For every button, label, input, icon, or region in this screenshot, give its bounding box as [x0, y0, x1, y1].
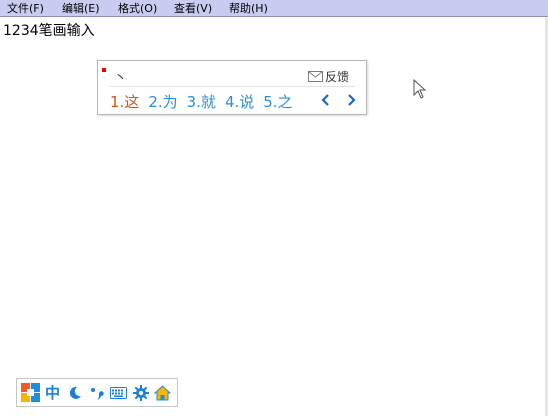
composition-marker [102, 68, 106, 72]
composition-string: 丶 [114, 71, 128, 86]
candidate-4[interactable]: 4.说 [225, 91, 254, 112]
ime-status-bar: 中 [16, 378, 178, 407]
candidate-3[interactable]: 3.就 [187, 91, 216, 112]
ime-logo-icon[interactable] [21, 383, 40, 403]
menu-edit[interactable]: 编辑(E) [60, 1, 102, 16]
candidate-list: 1.这 2.为 3.就 4.说 5.之 [110, 91, 302, 111]
candidate-1[interactable]: 1.这 [110, 91, 139, 112]
gear-icon[interactable] [131, 383, 150, 403]
menu-file[interactable]: 文件(F) [5, 1, 46, 16]
feedback-button[interactable]: 反馈 [308, 68, 349, 84]
menu-format[interactable]: 格式(O) [116, 1, 159, 16]
menu-view[interactable]: 查看(V) [172, 1, 214, 16]
document-text: 1234笔画输入 [3, 23, 95, 39]
composition-divider [110, 86, 355, 87]
feedback-label: 反馈 [325, 69, 350, 84]
punctuation-icon[interactable] [87, 383, 106, 403]
home-icon[interactable] [153, 383, 172, 403]
prev-page-icon[interactable] [320, 93, 332, 107]
next-page-icon[interactable] [345, 93, 357, 107]
chinese-mode-toggle[interactable]: 中 [43, 383, 62, 403]
menu-bar: 文件(F) 编辑(E) 格式(O) 查看(V) 帮助(H) [0, 0, 548, 17]
keyboard-icon[interactable] [109, 383, 128, 403]
menu-help[interactable]: 帮助(H) [227, 1, 270, 16]
mail-icon [308, 70, 323, 82]
candidate-5[interactable]: 5.之 [263, 91, 292, 112]
mouse-pointer-icon [413, 79, 427, 99]
ime-candidate-window: 丶 反馈 1.这 2.为 3.就 4.说 5.之 [97, 60, 367, 115]
moon-icon[interactable] [65, 383, 84, 403]
candidate-2[interactable]: 2.为 [148, 91, 177, 112]
